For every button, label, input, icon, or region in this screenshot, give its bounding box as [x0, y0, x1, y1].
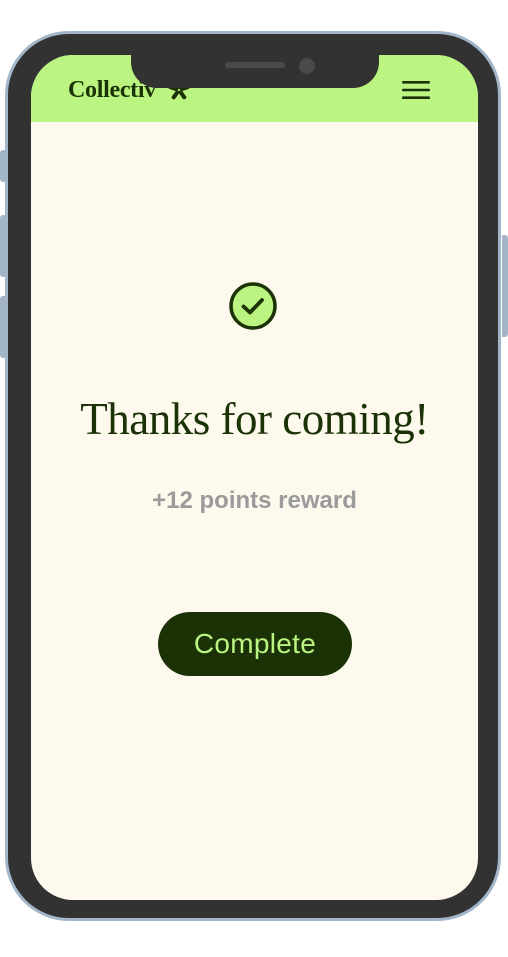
reward-points-text: +12 points reward [152, 487, 357, 514]
phone-screen: Collectiv Thanks for coming! +12 points … [31, 55, 478, 900]
check-circle-icon [228, 281, 278, 331]
page-title: Thanks for coming! [80, 394, 429, 444]
front-camera [299, 58, 315, 74]
speaker-grille [225, 62, 285, 68]
phone-notch [131, 55, 379, 88]
complete-button[interactable]: Complete [158, 612, 352, 676]
hamburger-menu-icon[interactable] [401, 79, 431, 101]
page: Collectiv Thanks for coming! +12 points … [0, 0, 508, 957]
power-button [502, 235, 508, 337]
phone-frame: Collectiv Thanks for coming! +12 points … [5, 31, 501, 921]
